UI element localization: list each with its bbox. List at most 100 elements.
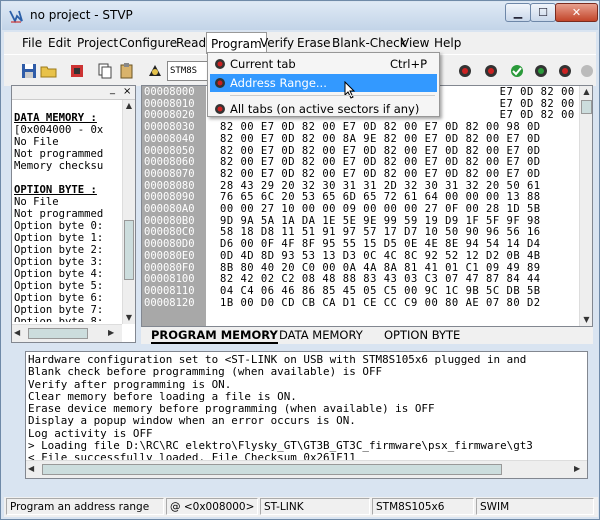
program-all-icon[interactable] <box>482 62 500 80</box>
scroll-up-icon[interactable]: ▲ <box>123 100 135 112</box>
hex-row[interactable]: 00008040 82 00 E7 0D 82 00 8A 9E 82 00 E7… <box>144 132 592 146</box>
tab-data-memory[interactable]: DATA MEMORY <box>279 327 363 344</box>
tab-program-memory[interactable]: PROGRAM MEMORY <box>151 327 278 344</box>
scroll-up-icon[interactable]: ▲ <box>580 86 592 98</box>
log-line: Display a popup window when an error occ… <box>28 414 356 428</box>
menu-item-address-range[interactable]: Address Range... <box>210 74 437 99</box>
info-line: Option byte 5: <box>14 280 104 292</box>
hex-bytes[interactable]: 0D 4D 8D 93 53 13 D3 0C 4C 8C 92 52 12 D… <box>220 250 541 263</box>
info-panel-vertical-scrollbar[interactable]: ▲ ▼ <box>122 100 135 324</box>
menu-read[interactable]: Read <box>172 32 210 54</box>
info-line: Memory checksu <box>14 160 104 172</box>
info-line: Option byte 1: <box>14 232 104 244</box>
main-window: no project - STVP ▁ ☐ ✕ File Edit Projec… <box>0 0 600 520</box>
info-panel-header: _ × <box>12 84 135 100</box>
program-menu-dropdown: Current tab Ctrl+P Address Range... All … <box>207 52 440 117</box>
scroll-right-icon[interactable]: ▶ <box>108 327 114 339</box>
program-chip-icon[interactable] <box>146 62 164 80</box>
menu-help[interactable]: Help <box>430 32 465 54</box>
program-chip-icon <box>215 104 225 114</box>
info-line: No File <box>14 196 59 208</box>
verify-icon[interactable] <box>508 62 526 80</box>
open-folder-icon[interactable] <box>40 62 58 80</box>
hex-address: 00008070 <box>144 167 195 180</box>
copy-icon[interactable] <box>96 62 114 80</box>
status-bar: Program an address range @ <0x008000> ST… <box>4 497 598 517</box>
hex-address: 000080E0 <box>144 249 195 262</box>
scroll-down-icon[interactable]: ▼ <box>580 314 592 326</box>
panel-close-icon[interactable]: × <box>123 86 131 97</box>
tab-option-byte[interactable]: OPTION BYTE <box>384 327 460 344</box>
status-protocol: SWIM <box>476 498 594 515</box>
hex-bytes[interactable]: 82 00 E7 0D 82 00 8A 9E 82 00 E7 0D 82 0… <box>220 133 541 146</box>
info-line: Option byte 3: <box>14 256 104 268</box>
hex-vertical-scrollbar[interactable]: ▲ ▼ <box>579 86 592 326</box>
memory-tabs: PROGRAM MEMORY DATA MEMORY OPTION BYTE <box>141 327 593 344</box>
hex-address: 00008000 <box>144 86 195 98</box>
log-text: Hardware configuration set to <ST-LINK o… <box>28 353 533 465</box>
status-hint: Program an address range <box>6 498 164 515</box>
erase-icon[interactable] <box>532 62 550 80</box>
menu-item-all-tabs[interactable]: All tabs (on active sectors if any) <box>210 100 437 118</box>
info-line: [0x004000 - 0x <box>14 124 104 136</box>
scroll-thumb[interactable] <box>581 100 592 114</box>
hex-row[interactable]: 00008070 82 00 E7 0D 82 00 E7 0D 82 00 E7… <box>144 167 592 181</box>
menu-file[interactable]: File <box>18 32 46 54</box>
maximize-button[interactable]: ☐ <box>530 3 556 22</box>
device-selector[interactable]: STM8S <box>167 61 209 81</box>
hex-address: 00008040 <box>144 132 195 145</box>
title-bar[interactable]: no project - STVP ▁ ☐ ✕ <box>2 2 598 30</box>
hex-row[interactable]: 000080E0 0D 4D 8D 93 53 13 D3 0C 4C 8C 92… <box>144 249 592 263</box>
mouse-cursor-icon <box>344 81 356 99</box>
log-panel: Hardware configuration set to <ST-LINK o… <box>25 351 588 479</box>
scroll-down-icon[interactable]: ▼ <box>123 312 135 324</box>
info-line: Option byte 8: <box>14 316 104 322</box>
paste-icon[interactable] <box>118 62 136 80</box>
project-icon[interactable] <box>68 62 86 80</box>
info-line: No File <box>14 136 59 148</box>
h-scroll-thumb[interactable] <box>28 328 88 339</box>
hex-editor[interactable]: 00008000 E7 0D 82 00 E7 0D00008010 E7 0D… <box>141 85 593 327</box>
h-scroll-thumb[interactable] <box>42 464 502 475</box>
info-section-heading: OPTION BYTE : <box>14 184 97 196</box>
menu-item-current-tab[interactable]: Current tab Ctrl+P <box>210 55 437 73</box>
hex-row[interactable]: 00008120 1B 00 D0 CD CB CA D1 CE CC C9 00… <box>144 296 592 310</box>
hex-bytes[interactable]: 04 C4 06 46 86 85 45 05 C5 00 9C 1C 9B 5… <box>220 285 541 298</box>
menu-edit[interactable]: Edit <box>44 32 75 54</box>
hex-rows: 00008000 E7 0D 82 00 E7 0D00008010 E7 0D… <box>144 86 592 310</box>
info-line <box>14 172 122 184</box>
hex-bytes[interactable]: 00 00 27 10 00 00 09 00 00 00 27 0F 00 2… <box>220 203 541 216</box>
info-line: Not programmed <box>14 148 104 160</box>
info-line: Option byte 7: <box>14 304 104 316</box>
disabled-action-icon <box>581 65 593 77</box>
scroll-left-icon[interactable]: ◀ <box>14 327 20 339</box>
hex-address: 00008110 <box>144 284 195 297</box>
program-chip-icon <box>215 78 225 88</box>
scroll-left-icon[interactable]: ◀ <box>28 463 34 475</box>
status-address: @ <0x008000> <box>166 498 258 515</box>
scroll-right-icon[interactable]: ▶ <box>574 463 580 475</box>
menu-verify[interactable]: Verify <box>256 32 298 54</box>
read-all-icon[interactable] <box>456 62 474 80</box>
hex-bytes[interactable]: 82 00 E7 0D 82 00 E7 0D 82 00 E7 0D 82 0… <box>220 168 541 181</box>
close-button[interactable]: ✕ <box>555 3 598 22</box>
hex-row[interactable]: 000080A0 00 00 27 10 00 00 09 00 00 00 27… <box>144 203 592 216</box>
hex-row[interactable]: 00008110 04 C4 06 46 86 85 45 05 C5 00 9C… <box>144 284 592 298</box>
blank-check-icon[interactable] <box>556 62 574 80</box>
panel-minimize-icon[interactable]: _ <box>110 84 115 95</box>
program-chip-icon <box>215 59 225 69</box>
log-horizontal-scrollbar[interactable]: ◀ ▶ <box>26 460 587 478</box>
info-section-heading: DATA MEMORY : <box>14 112 97 124</box>
info-panel-horizontal-scrollbar[interactable]: ◀ ▶ <box>12 324 122 342</box>
save-icon[interactable] <box>20 62 38 80</box>
info-line: Not programmed <box>14 208 104 220</box>
hex-address: 00008120 <box>144 296 195 309</box>
minimize-button[interactable]: ▁ <box>505 3 531 22</box>
status-device: STM8S105x6 <box>372 498 474 515</box>
info-panel-text: DATA MEMORY : [0x004000 - 0x No File Not pr… <box>14 112 122 322</box>
hex-bytes[interactable]: 1B 00 D0 CD CB CA D1 CE CC C9 00 80 AE 0… <box>220 297 541 310</box>
menu-view[interactable]: View <box>397 32 433 54</box>
scroll-thumb[interactable] <box>124 220 134 280</box>
status-probe: ST-LINK <box>260 498 370 515</box>
info-line: Option byte 4: <box>14 268 104 280</box>
